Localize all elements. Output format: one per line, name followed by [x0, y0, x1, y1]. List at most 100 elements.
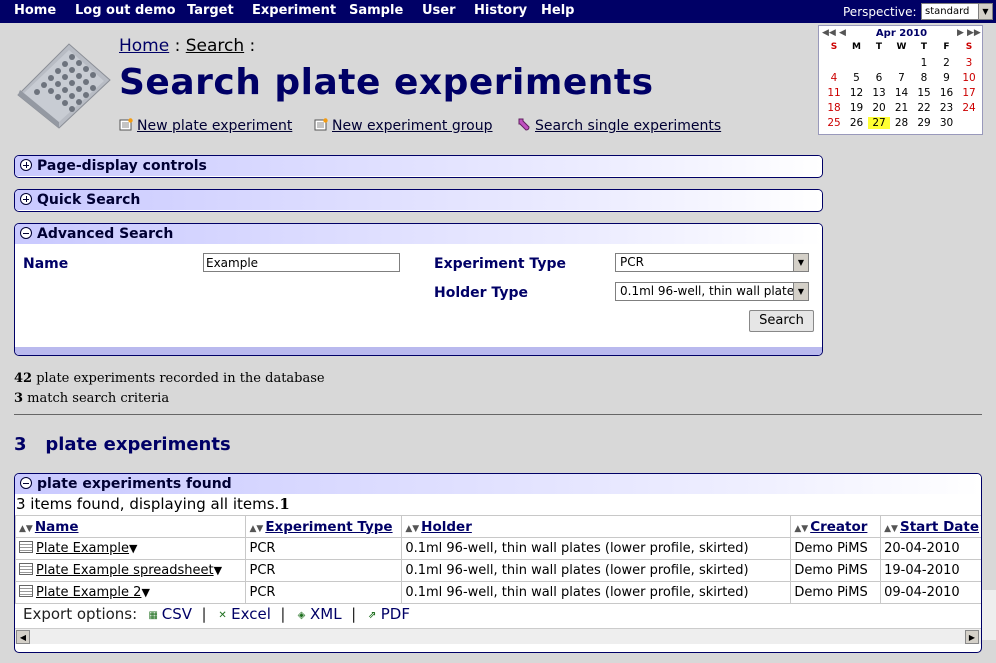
- nav-help[interactable]: Help: [541, 3, 574, 18]
- sort-icon: ▲▼: [19, 523, 33, 534]
- calendar-weekday: M: [852, 42, 861, 52]
- advanced-search-header[interactable]: Advanced Search: [15, 224, 822, 244]
- results-table: ▲▼ Name ▲▼ Experiment Type ▲▼ Holder ▲▼ Crea…: [15, 515, 981, 604]
- calendar-day[interactable]: 14: [891, 87, 913, 99]
- new-plate-experiment-link[interactable]: New plate experiment: [119, 118, 292, 134]
- export-excel-link[interactable]: ✕ Excel: [216, 605, 270, 623]
- creator-cell: Demo PiMS: [790, 537, 882, 560]
- start-date-cell: 09-04-2010: [880, 581, 981, 604]
- calendar-day[interactable]: 15: [913, 87, 935, 99]
- search-button[interactable]: Search: [749, 310, 814, 332]
- nav-history[interactable]: History: [474, 3, 527, 18]
- calendar-day[interactable]: 18: [823, 102, 845, 114]
- new-document-icon: [119, 118, 133, 131]
- experiment-type-select[interactable]: PCR ▼: [615, 253, 809, 272]
- breadcrumb-search[interactable]: Search: [186, 36, 244, 56]
- calendar-day[interactable]: 13: [868, 87, 890, 99]
- calendar-day[interactable]: 5: [846, 72, 868, 84]
- calendar-weekday: S: [830, 42, 838, 52]
- search-single-experiments-link[interactable]: Search single experiments: [517, 118, 721, 134]
- results-panel-header[interactable]: plate experiments found: [15, 474, 981, 494]
- page-display-controls-header[interactable]: Page-display controls: [15, 156, 822, 176]
- calendar-day[interactable]: 10: [958, 72, 980, 84]
- column-header-creator[interactable]: ▲▼ Creator: [790, 515, 882, 538]
- breadcrumb-home[interactable]: Home: [119, 36, 169, 56]
- export-csv-link[interactable]: ▦ CSV: [147, 605, 192, 623]
- calendar-day[interactable]: 23: [936, 102, 958, 114]
- nav-sample[interactable]: Sample: [349, 3, 403, 18]
- calendar-day[interactable]: 2: [936, 57, 958, 69]
- scroll-left-icon[interactable]: ◀: [16, 630, 30, 644]
- excel-icon: ✕: [218, 610, 227, 621]
- column-header-experiment-type[interactable]: ▲▼ Experiment Type: [245, 515, 403, 538]
- perspective-label: Perspective:: [843, 5, 917, 19]
- calendar-day[interactable]: 19: [846, 102, 868, 114]
- nav-target[interactable]: Target: [187, 3, 234, 18]
- new-document-icon: [314, 118, 328, 131]
- scroll-right-icon[interactable]: ▶: [965, 630, 979, 644]
- calendar-day[interactable]: 17: [958, 87, 980, 99]
- experiment-name-link[interactable]: Plate Example: [36, 541, 129, 556]
- holder-type-select[interactable]: 0.1ml 96-well, thin wall plates ( ▼: [615, 282, 809, 301]
- experiment-name-link[interactable]: Plate Example 2: [36, 585, 141, 600]
- calendar-day[interactable]: 30: [936, 117, 958, 129]
- row-menu-icon[interactable]: ▼: [141, 586, 149, 599]
- calendar-weekday: T: [875, 42, 883, 52]
- record-icon: [19, 563, 33, 575]
- page-number[interactable]: 1: [279, 495, 289, 513]
- calendar-day[interactable]: 8: [913, 72, 935, 84]
- recorded-count-text: 42 plate experiments recorded in the dat…: [14, 371, 325, 386]
- calendar-next-month-button[interactable]: ▶: [957, 28, 964, 38]
- test-tube-icon: [518, 118, 530, 131]
- pdf-icon: ⇗: [368, 610, 377, 621]
- name-label: Name: [23, 256, 69, 272]
- calendar-week-row: 18 19 20 21 22 23 24: [823, 102, 981, 117]
- sort-icon: ▲▼: [884, 523, 898, 534]
- calendar-day[interactable]: 22: [913, 102, 935, 114]
- calendar-day[interactable]: 11: [823, 87, 845, 99]
- row-menu-icon[interactable]: ▼: [129, 542, 137, 555]
- experiment-name-link[interactable]: Plate Example spreadsheet: [36, 563, 214, 578]
- calendar-day[interactable]: 9: [936, 72, 958, 84]
- nav-user[interactable]: User: [422, 3, 456, 18]
- plate-icon: [17, 43, 111, 129]
- column-header-name[interactable]: ▲▼ Name: [15, 515, 247, 538]
- nav-experiment[interactable]: Experiment: [252, 3, 336, 18]
- calendar-day[interactable]: 21: [891, 102, 913, 114]
- calendar-day[interactable]: 4: [823, 72, 845, 84]
- calendar-day[interactable]: 7: [891, 72, 913, 84]
- calendar-next-year-button[interactable]: ▶▶: [967, 28, 981, 38]
- calendar-day[interactable]: 20: [868, 102, 890, 114]
- column-header-holder[interactable]: ▲▼ Holder: [401, 515, 792, 538]
- expand-icon: [20, 193, 32, 205]
- perspective-value: standard: [925, 6, 970, 17]
- column-header-start-date[interactable]: ▲▼ Start Date: [880, 515, 981, 538]
- calendar-day[interactable]: 24: [958, 102, 980, 114]
- calendar-day[interactable]: 16: [936, 87, 958, 99]
- export-xml-link[interactable]: ◈ XML: [295, 605, 342, 623]
- calendar-day[interactable]: 25: [823, 117, 845, 129]
- calendar-day[interactable]: 12: [846, 87, 868, 99]
- table-header-row: ▲▼ Name ▲▼ Experiment Type ▲▼ Holder ▲▼ Crea…: [15, 515, 981, 538]
- quick-search-header[interactable]: Quick Search: [15, 190, 822, 210]
- nav-log-out[interactable]: Log out demo: [75, 3, 176, 18]
- row-menu-icon[interactable]: ▼: [214, 564, 222, 577]
- horizontal-scrollbar[interactable]: ◀ ▶: [15, 628, 981, 644]
- export-pdf-link[interactable]: ⇗ PDF: [366, 605, 410, 623]
- items-found-text: 3 items found, displaying all items.1: [16, 495, 290, 513]
- match-count-text: 3 match search criteria: [14, 391, 170, 406]
- calendar-day[interactable]: 3: [958, 57, 980, 69]
- calendar-day[interactable]: 1: [913, 57, 935, 69]
- calendar-day[interactable]: 28: [891, 117, 913, 129]
- vertical-scrollbar[interactable]: [982, 590, 996, 640]
- calendar-day[interactable]: 6: [868, 72, 890, 84]
- calendar-day[interactable]: 29: [913, 117, 935, 129]
- nav-home[interactable]: Home: [14, 3, 56, 18]
- experiment-type-cell: PCR: [245, 581, 403, 604]
- new-experiment-group-link[interactable]: New experiment group: [314, 118, 493, 134]
- calendar-day[interactable]: 27: [868, 117, 890, 129]
- name-input[interactable]: [203, 253, 400, 272]
- perspective-select[interactable]: standard ▼: [921, 3, 993, 20]
- calendar-day[interactable]: 26: [846, 117, 868, 129]
- calendar-weekday: T: [920, 42, 928, 52]
